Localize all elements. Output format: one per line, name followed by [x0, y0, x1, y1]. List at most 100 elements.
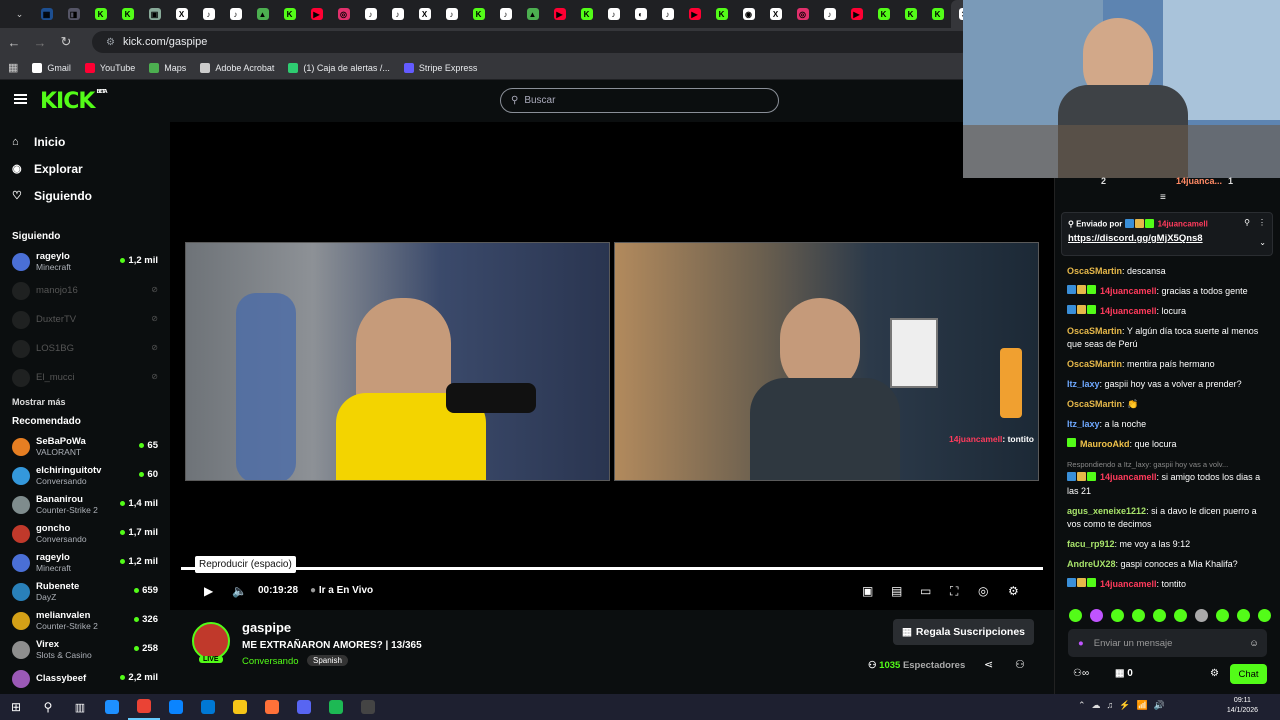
- browser-tab[interactable]: K: [897, 0, 924, 28]
- chat-message[interactable]: 14juancamell: locura: [1055, 305, 1280, 318]
- chat-message[interactable]: agus_xeneixe1212: si a davo le dicen pue…: [1055, 505, 1280, 531]
- chat-send-button[interactable]: Chat: [1230, 664, 1267, 684]
- browser-tab[interactable]: ▶: [681, 0, 708, 28]
- pin-toggle-icon[interactable]: ⚲: [1244, 218, 1250, 227]
- browser-tab[interactable]: ♪: [222, 0, 249, 28]
- chat-username[interactable]: 14juancamell: [1100, 306, 1157, 316]
- url-field[interactable]: ⚙ kick.com/gaspipe: [92, 31, 972, 53]
- browser-tab[interactable]: ♪: [195, 0, 222, 28]
- volume-icon[interactable]: 🔈: [232, 584, 247, 598]
- taskbar-app-icon[interactable]: [192, 694, 224, 720]
- search-input[interactable]: ⚲ Buscar: [500, 88, 779, 113]
- chat-username[interactable]: 14juancamell: [1100, 472, 1157, 482]
- channel-item[interactable]: goncho Conversando 1,7 mil: [0, 519, 170, 548]
- chat-message[interactable]: OscaSMartin: descansa: [1055, 265, 1280, 278]
- bookmark-item[interactable]: (1) Caja de alertas /...: [288, 62, 390, 73]
- browser-tab[interactable]: ◎: [330, 0, 357, 28]
- chat-message[interactable]: Itz_laxy: a la noche: [1055, 418, 1280, 431]
- channel-item[interactable]: Bananirou Counter-Strike 2 1,4 mil: [0, 490, 170, 519]
- emoji-icon[interactable]: ☺: [1249, 638, 1259, 649]
- emote-icon[interactable]: [1111, 609, 1124, 622]
- pinned-menu-icon[interactable]: ⋮: [1258, 218, 1266, 227]
- apps-grid-icon[interactable]: ▦: [8, 61, 18, 74]
- back-icon[interactable]: ←: [2, 35, 26, 50]
- browser-tab[interactable]: K: [573, 0, 600, 28]
- browser-tab[interactable]: ▶: [303, 0, 330, 28]
- streamer-name[interactable]: gaspipe: [242, 620, 291, 635]
- video-player[interactable]: 14juancamell: tontito: [170, 122, 1054, 610]
- browser-tab[interactable]: ◐: [627, 0, 654, 28]
- browser-tab[interactable]: K: [924, 0, 951, 28]
- browser-tab[interactable]: X: [411, 0, 438, 28]
- speed-icon[interactable]: ◎: [978, 584, 988, 598]
- browser-tab[interactable]: ▶: [546, 0, 573, 28]
- chat-username[interactable]: Itz_laxy: [1067, 419, 1100, 429]
- browser-tab[interactable]: ♪: [357, 0, 384, 28]
- chat-username[interactable]: 14juancamell: [1100, 579, 1157, 589]
- taskbar-app-icon[interactable]: [288, 694, 320, 720]
- channel-item[interactable]: Rubenete DayZ 659: [0, 577, 170, 606]
- chat-username[interactable]: OscaSMartin: [1067, 326, 1122, 336]
- go-live-button[interactable]: ● Ir a En Vivo: [310, 585, 373, 596]
- bookmark-item[interactable]: YouTube: [84, 62, 135, 73]
- channel-item[interactable]: Classybeef 2,2 mil: [0, 664, 170, 693]
- sidebar-nav-item[interactable]: ◉ Explorar: [0, 155, 170, 182]
- emote-icon[interactable]: [1258, 609, 1271, 622]
- browser-tab[interactable]: ▲: [249, 0, 276, 28]
- taskbar-app-icon[interactable]: [224, 694, 256, 720]
- browser-tab[interactable]: ▲: [519, 0, 546, 28]
- browser-tab[interactable]: K: [708, 0, 735, 28]
- channel-item[interactable]: elchiringuitotv Conversando 60: [0, 461, 170, 490]
- browser-tab[interactable]: K: [870, 0, 897, 28]
- browser-tab[interactable]: X: [762, 0, 789, 28]
- chat-message[interactable]: Respondiendo a Itz_laxy: gaspii hoy vas …: [1055, 458, 1280, 497]
- taskview-icon[interactable]: ▥: [64, 694, 96, 720]
- gift-subs-button[interactable]: ▦ Regala Suscripciones: [893, 619, 1034, 645]
- pinned-link[interactable]: https://discord.gg/gMjX5Qns8: [1062, 230, 1272, 247]
- emote-icon[interactable]: [1216, 609, 1229, 622]
- taskbar-app-icon[interactable]: [128, 694, 160, 720]
- site-info-icon[interactable]: ⚙: [106, 37, 115, 48]
- browser-tab[interactable]: X: [168, 0, 195, 28]
- chat-filter-icon[interactable]: ≡: [1160, 192, 1166, 203]
- start-button[interactable]: ⊞: [0, 694, 32, 720]
- bookmark-item[interactable]: Adobe Acrobat: [200, 62, 274, 73]
- bookmark-item[interactable]: Stripe Express: [403, 62, 477, 73]
- browser-tab[interactable]: ♪: [492, 0, 519, 28]
- clip-icon[interactable]: ▤: [891, 584, 902, 598]
- chat-username[interactable]: 14juancamell: [1100, 286, 1157, 296]
- chat-message[interactable]: MaurooAkd: que locura: [1055, 438, 1280, 451]
- stream-category[interactable]: Conversando: [242, 656, 299, 667]
- channel-item[interactable]: LOS1BG ⊘: [0, 334, 170, 363]
- emote-icon[interactable]: [1090, 609, 1103, 622]
- search-taskbar-icon[interactable]: ⚲: [32, 694, 64, 720]
- channel-item[interactable]: rageylo Minecraft 1,2 mil: [0, 548, 170, 577]
- chat-username[interactable]: OscaSMartin: [1067, 399, 1122, 409]
- taskbar-app-icon[interactable]: [256, 694, 288, 720]
- chat-username[interactable]: OscaSMartin: [1067, 266, 1122, 276]
- chat-message[interactable]: 14juancamell: gracias a todos gente: [1055, 285, 1280, 298]
- sidebar-nav-item[interactable]: ⌂ Inicio: [0, 128, 170, 155]
- chat-username[interactable]: MaurooAkd: [1080, 439, 1130, 449]
- browser-tab[interactable]: ♪: [384, 0, 411, 28]
- browser-tab[interactable]: ▦: [33, 0, 60, 28]
- channel-item[interactable]: melianvalen Counter-Strike 2 326: [0, 606, 170, 635]
- show-more-link[interactable]: Mostrar más: [0, 392, 170, 412]
- reload-icon[interactable]: ↻: [54, 34, 78, 50]
- browser-tab[interactable]: ♪: [438, 0, 465, 28]
- emote-icon[interactable]: [1069, 609, 1082, 622]
- chat-message[interactable]: facu_rp912: me voy a las 9:12: [1055, 538, 1280, 551]
- settings-icon[interactable]: ⚙: [1008, 584, 1019, 598]
- bookmark-item[interactable]: Gmail: [32, 62, 71, 73]
- mic-icon[interactable]: ●: [1078, 638, 1084, 649]
- theater-icon[interactable]: ▭: [920, 584, 931, 598]
- tab-list-button[interactable]: ⌄: [6, 0, 33, 28]
- browser-tab[interactable]: ▶: [843, 0, 870, 28]
- channel-item[interactable]: El_mucci ⊘: [0, 363, 170, 392]
- browser-tab[interactable]: ♪: [816, 0, 843, 28]
- language-tag[interactable]: Spanish: [307, 655, 348, 666]
- pinned-expand-icon[interactable]: ⌄: [1259, 238, 1266, 247]
- play-icon[interactable]: ▶: [204, 584, 213, 598]
- chat-username[interactable]: agus_xeneixe1212: [1067, 506, 1146, 516]
- chat-message[interactable]: AndreUX28: gaspi conoces a Mia Khalifa?: [1055, 558, 1280, 571]
